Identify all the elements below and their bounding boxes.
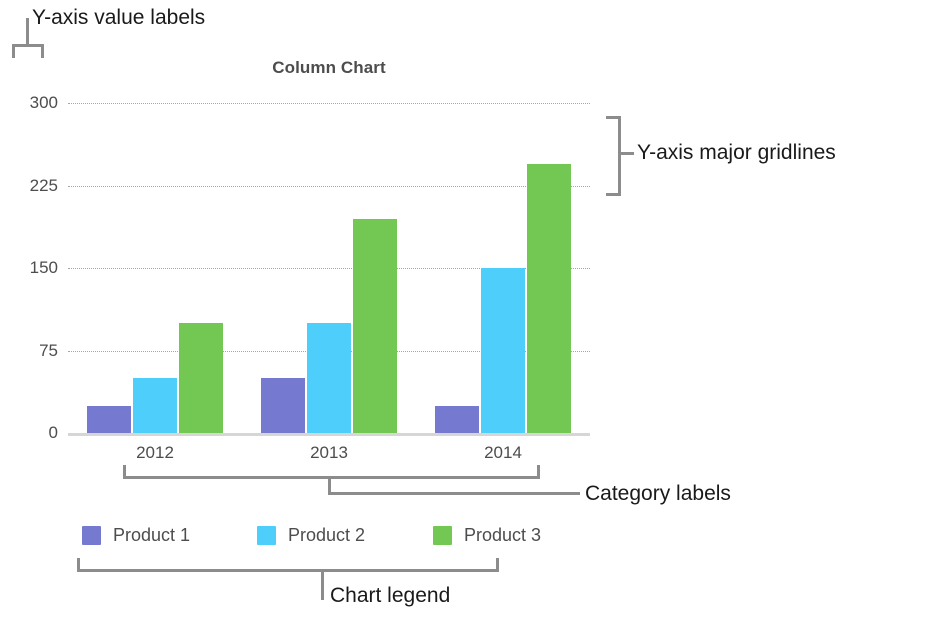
x-axis-line bbox=[68, 433, 590, 436]
bar-product-3-2013 bbox=[353, 218, 397, 433]
legend-item-product-1[interactable]: Product 1 bbox=[82, 522, 190, 548]
category-label-2013: 2013 bbox=[310, 443, 348, 462]
bar-product-3-2014 bbox=[527, 163, 571, 433]
bracket-horizontal bbox=[123, 476, 540, 479]
bar-product-2-2013 bbox=[307, 323, 351, 433]
annotation-label-y-axis-major-gridlines: Y-axis major gridlines bbox=[637, 141, 836, 164]
bracket-stem bbox=[321, 569, 324, 600]
bar-product-1-2012 bbox=[87, 405, 131, 433]
legend-item-product-3[interactable]: Product 3 bbox=[433, 522, 541, 548]
bracket-horizontal bbox=[41, 44, 44, 58]
category-label-2012: 2012 bbox=[136, 443, 174, 462]
leader-line bbox=[328, 492, 580, 495]
y-axis-tick-label: 300 bbox=[29, 93, 58, 112]
bracket-cap-right bbox=[496, 558, 499, 572]
y-axis-tick-label: 75 bbox=[39, 340, 58, 360]
legend-swatch-icon bbox=[257, 525, 276, 545]
bracket-cap-bottom bbox=[606, 193, 621, 196]
annotation-label-chart-legend: Chart legend bbox=[330, 584, 451, 607]
bracket-stem bbox=[26, 18, 29, 46]
y-axis-tick-label: 0 bbox=[48, 423, 58, 442]
annotation-label-category-labels: Category labels bbox=[585, 482, 731, 505]
bracket-cap-right bbox=[537, 465, 540, 479]
gridline bbox=[68, 185, 590, 187]
y-axis-tick-label: 150 bbox=[29, 258, 58, 277]
bar-product-1-2013 bbox=[261, 378, 305, 433]
legend-swatch-icon bbox=[82, 525, 101, 545]
bar-product-2-2012 bbox=[133, 378, 177, 433]
bracket-vertical bbox=[618, 116, 621, 196]
bracket-stem bbox=[618, 152, 634, 155]
plot-area bbox=[68, 103, 590, 433]
chart-figure: Y-axis value labels Column Chart 300 225 1… bbox=[0, 0, 936, 622]
bracket-horizontal bbox=[77, 569, 499, 572]
gridline bbox=[68, 103, 590, 104]
legend-label: Product 2 bbox=[288, 524, 366, 545]
category-label-2014: 2014 bbox=[484, 443, 522, 462]
legend-label: Product 3 bbox=[464, 524, 542, 545]
legend-item-product-2[interactable]: Product 2 bbox=[257, 522, 365, 548]
y-axis-tick-label: 225 bbox=[29, 175, 58, 195]
annotation-label-y-axis-value-labels: Y-axis value labels bbox=[32, 6, 206, 29]
legend-swatch-icon bbox=[433, 525, 452, 545]
bar-product-3-2012 bbox=[179, 323, 223, 433]
bracket-cap-top bbox=[606, 116, 621, 119]
legend-label: Product 1 bbox=[113, 524, 191, 545]
y-axis-tick-labels: 300 225 150 75 0 bbox=[0, 93, 58, 442]
bar-product-2-2014 bbox=[481, 268, 525, 433]
bar-product-1-2014 bbox=[435, 405, 479, 433]
chart-title: Column Chart bbox=[272, 58, 386, 77]
